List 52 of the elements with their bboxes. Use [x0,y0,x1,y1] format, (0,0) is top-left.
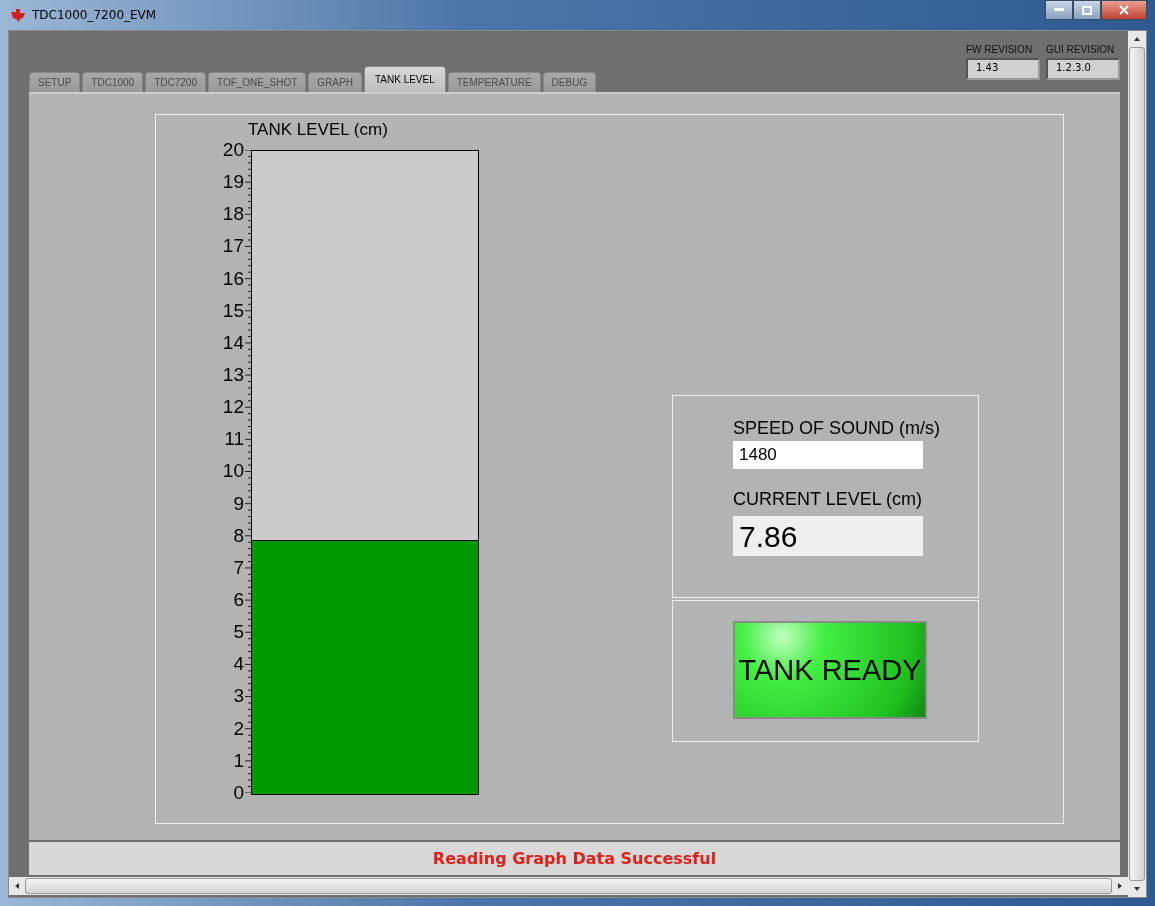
revision-label: FW REVISION [966,44,1034,55]
scale-label: 8 [232,523,244,548]
speed-input[interactable]: 1480 [733,441,923,469]
scroll-right-icon[interactable] [1116,882,1124,890]
tab[interactable]: TDC1000 [82,72,144,92]
scale-label: 1 [232,748,244,773]
tab[interactable]: DEBUG [542,72,597,92]
scale-label: 9 [232,491,244,516]
scale-label: 16 [221,266,244,291]
maximize-icon [1082,5,1092,15]
scale-label: 14 [221,330,244,355]
close-icon [1119,5,1129,15]
scale-label: 17 [221,234,244,259]
speed-label: SPEED OF SOUND (m/s) [733,418,941,439]
scale-label: 11 [223,427,244,452]
status-message: Reading Graph Data Successful [432,849,717,868]
current-level-display: 7.86 [733,516,923,556]
revision-label: GUI REVISION [1046,44,1116,55]
maximize-button[interactable] [1073,0,1101,20]
revision-field: 1.43 [966,58,1040,80]
scale-label: 3 [232,684,244,709]
scroll-up-icon[interactable] [1133,35,1141,43]
tab[interactable]: SETUP [29,72,81,92]
scale-label: 15 [221,298,244,323]
logo-icon [10,7,26,23]
scale-label: 0 [232,780,244,805]
tab[interactable]: GRAPH [308,72,362,92]
gauge-title: TANK LEVEL (cm) [248,120,389,141]
tab[interactable]: TANK LEVEL [363,66,446,92]
scroll-down-icon[interactable] [1133,885,1141,893]
window-title: TDC1000_7200_EVM [32,8,157,22]
scale-label: 18 [221,202,244,227]
scale-label: 20 [221,138,244,162]
scale-label: 4 [232,652,244,677]
scale-label: 12 [221,395,244,420]
scale-label: 5 [232,620,244,645]
scale-label: 7 [232,555,244,580]
level-label: CURRENT LEVEL (cm) [733,489,924,510]
scale-label: 10 [221,459,244,484]
close-button[interactable] [1101,0,1147,20]
minimize-button[interactable] [1045,0,1073,20]
minimize-icon [1054,8,1064,12]
scale-label: 2 [232,716,244,741]
scale-label: 13 [221,363,244,387]
tab[interactable]: TDC7200 [145,72,206,92]
scale-label: 19 [221,170,244,195]
scroll-left-icon[interactable] [13,882,21,890]
tab[interactable]: TOF_ONE_SHOT [207,72,307,92]
scale-label: 6 [232,587,244,612]
revision-field: 1.2.3.0 [1046,58,1120,80]
tank-ready-indicator: TANK READY [733,621,927,719]
tab[interactable]: TEMPERATURE [447,72,541,92]
